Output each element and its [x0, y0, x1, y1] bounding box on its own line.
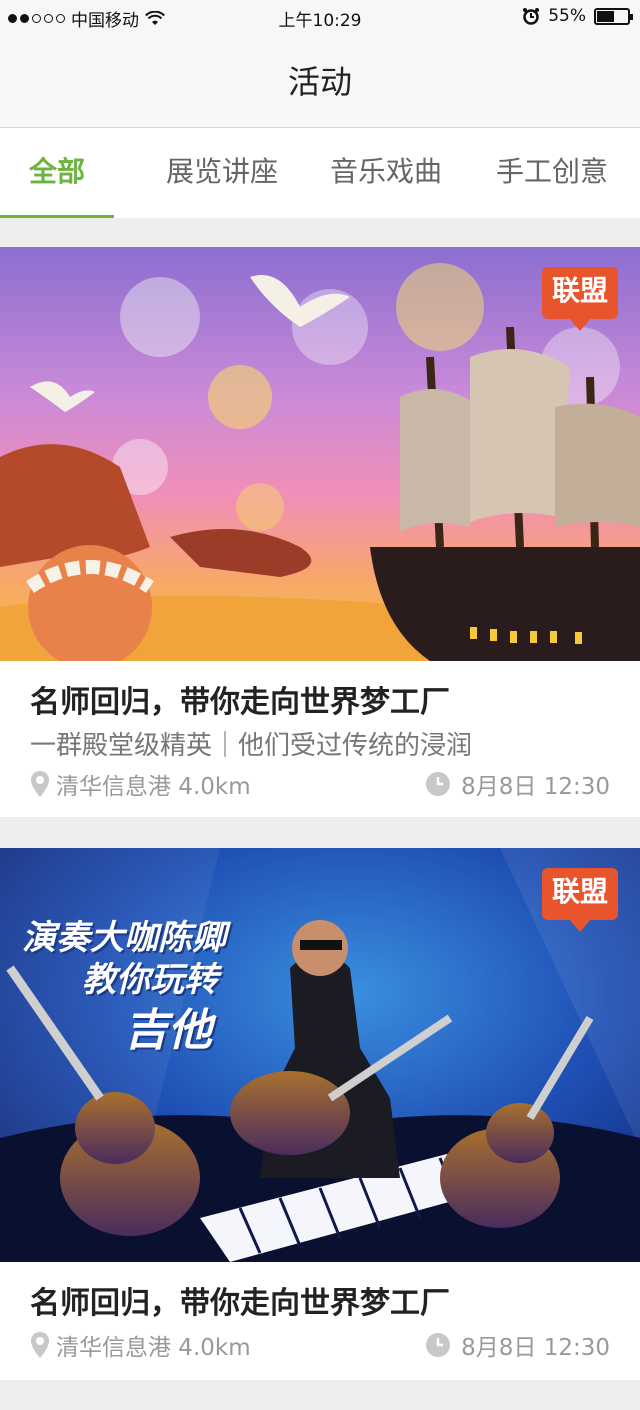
- alliance-badge: 联盟: [542, 267, 618, 331]
- event-meta: 清华信息港 4.0km 8月8日 12:30: [30, 1328, 610, 1362]
- location-text: 清华信息港 4.0km: [56, 774, 251, 800]
- alliance-badge: 联盟: [542, 868, 618, 932]
- location-pin-icon: [31, 771, 49, 797]
- datetime-text: 8月8日 12:30: [461, 774, 610, 800]
- event-image[interactable]: 演奏大咖陈卿 教你玩转 吉他 联盟: [0, 848, 640, 1262]
- event-time: 8月8日 12:30: [425, 1328, 610, 1362]
- event-card[interactable]: 演奏大咖陈卿 教你玩转 吉他 联盟 名师回归，带你走向世界梦工厂 清华信息港 4…: [0, 848, 640, 1380]
- event-location: 清华信息港 4.0km: [30, 767, 251, 801]
- event-image[interactable]: 联盟: [0, 247, 640, 661]
- event-meta: 清华信息港 4.0km 8月8日 12:30: [30, 767, 610, 801]
- alarm-icon: [523, 8, 540, 25]
- event-subtitle: 一群殿堂级精英｜他们受过传统的浸润: [30, 731, 473, 761]
- event-title: 名师回归，带你走向世界梦工厂: [30, 1286, 450, 1321]
- status-bar: 中国移动 上午10:29 55%: [0, 0, 640, 34]
- event-time: 8月8日 12:30: [425, 767, 610, 801]
- event-title: 名师回归，带你走向世界梦工厂: [30, 685, 450, 720]
- tab-all[interactable]: 全部: [0, 128, 114, 218]
- tab-handicraft[interactable]: 手工创意: [484, 128, 620, 218]
- tab-exhibition-lecture[interactable]: 展览讲座: [154, 128, 290, 218]
- clock-icon: [426, 772, 451, 796]
- tab-music-opera[interactable]: 音乐戏曲: [318, 128, 454, 218]
- clock-icon: [426, 1333, 451, 1357]
- location-pin-icon: [31, 1332, 49, 1358]
- datetime-text: 8月8日 12:30: [461, 1335, 610, 1361]
- page-title: 活动: [287, 63, 352, 101]
- poster-line-3: 吉他: [124, 1005, 212, 1056]
- status-right: 55%: [522, 6, 633, 26]
- event-card[interactable]: 联盟 名师回归，带你走向世界梦工厂 一群殿堂级精英｜他们受过传统的浸润 清华信息…: [0, 247, 640, 817]
- nav-bar: 活动: [0, 34, 640, 128]
- battery-icon: [594, 7, 633, 25]
- category-tabs: 全部 展览讲座 音乐戏曲 手工创意: [0, 128, 640, 218]
- event-location: 清华信息港 4.0km: [30, 1328, 251, 1362]
- battery-percent: 55%: [548, 6, 586, 26]
- location-text: 清华信息港 4.0km: [56, 1335, 251, 1361]
